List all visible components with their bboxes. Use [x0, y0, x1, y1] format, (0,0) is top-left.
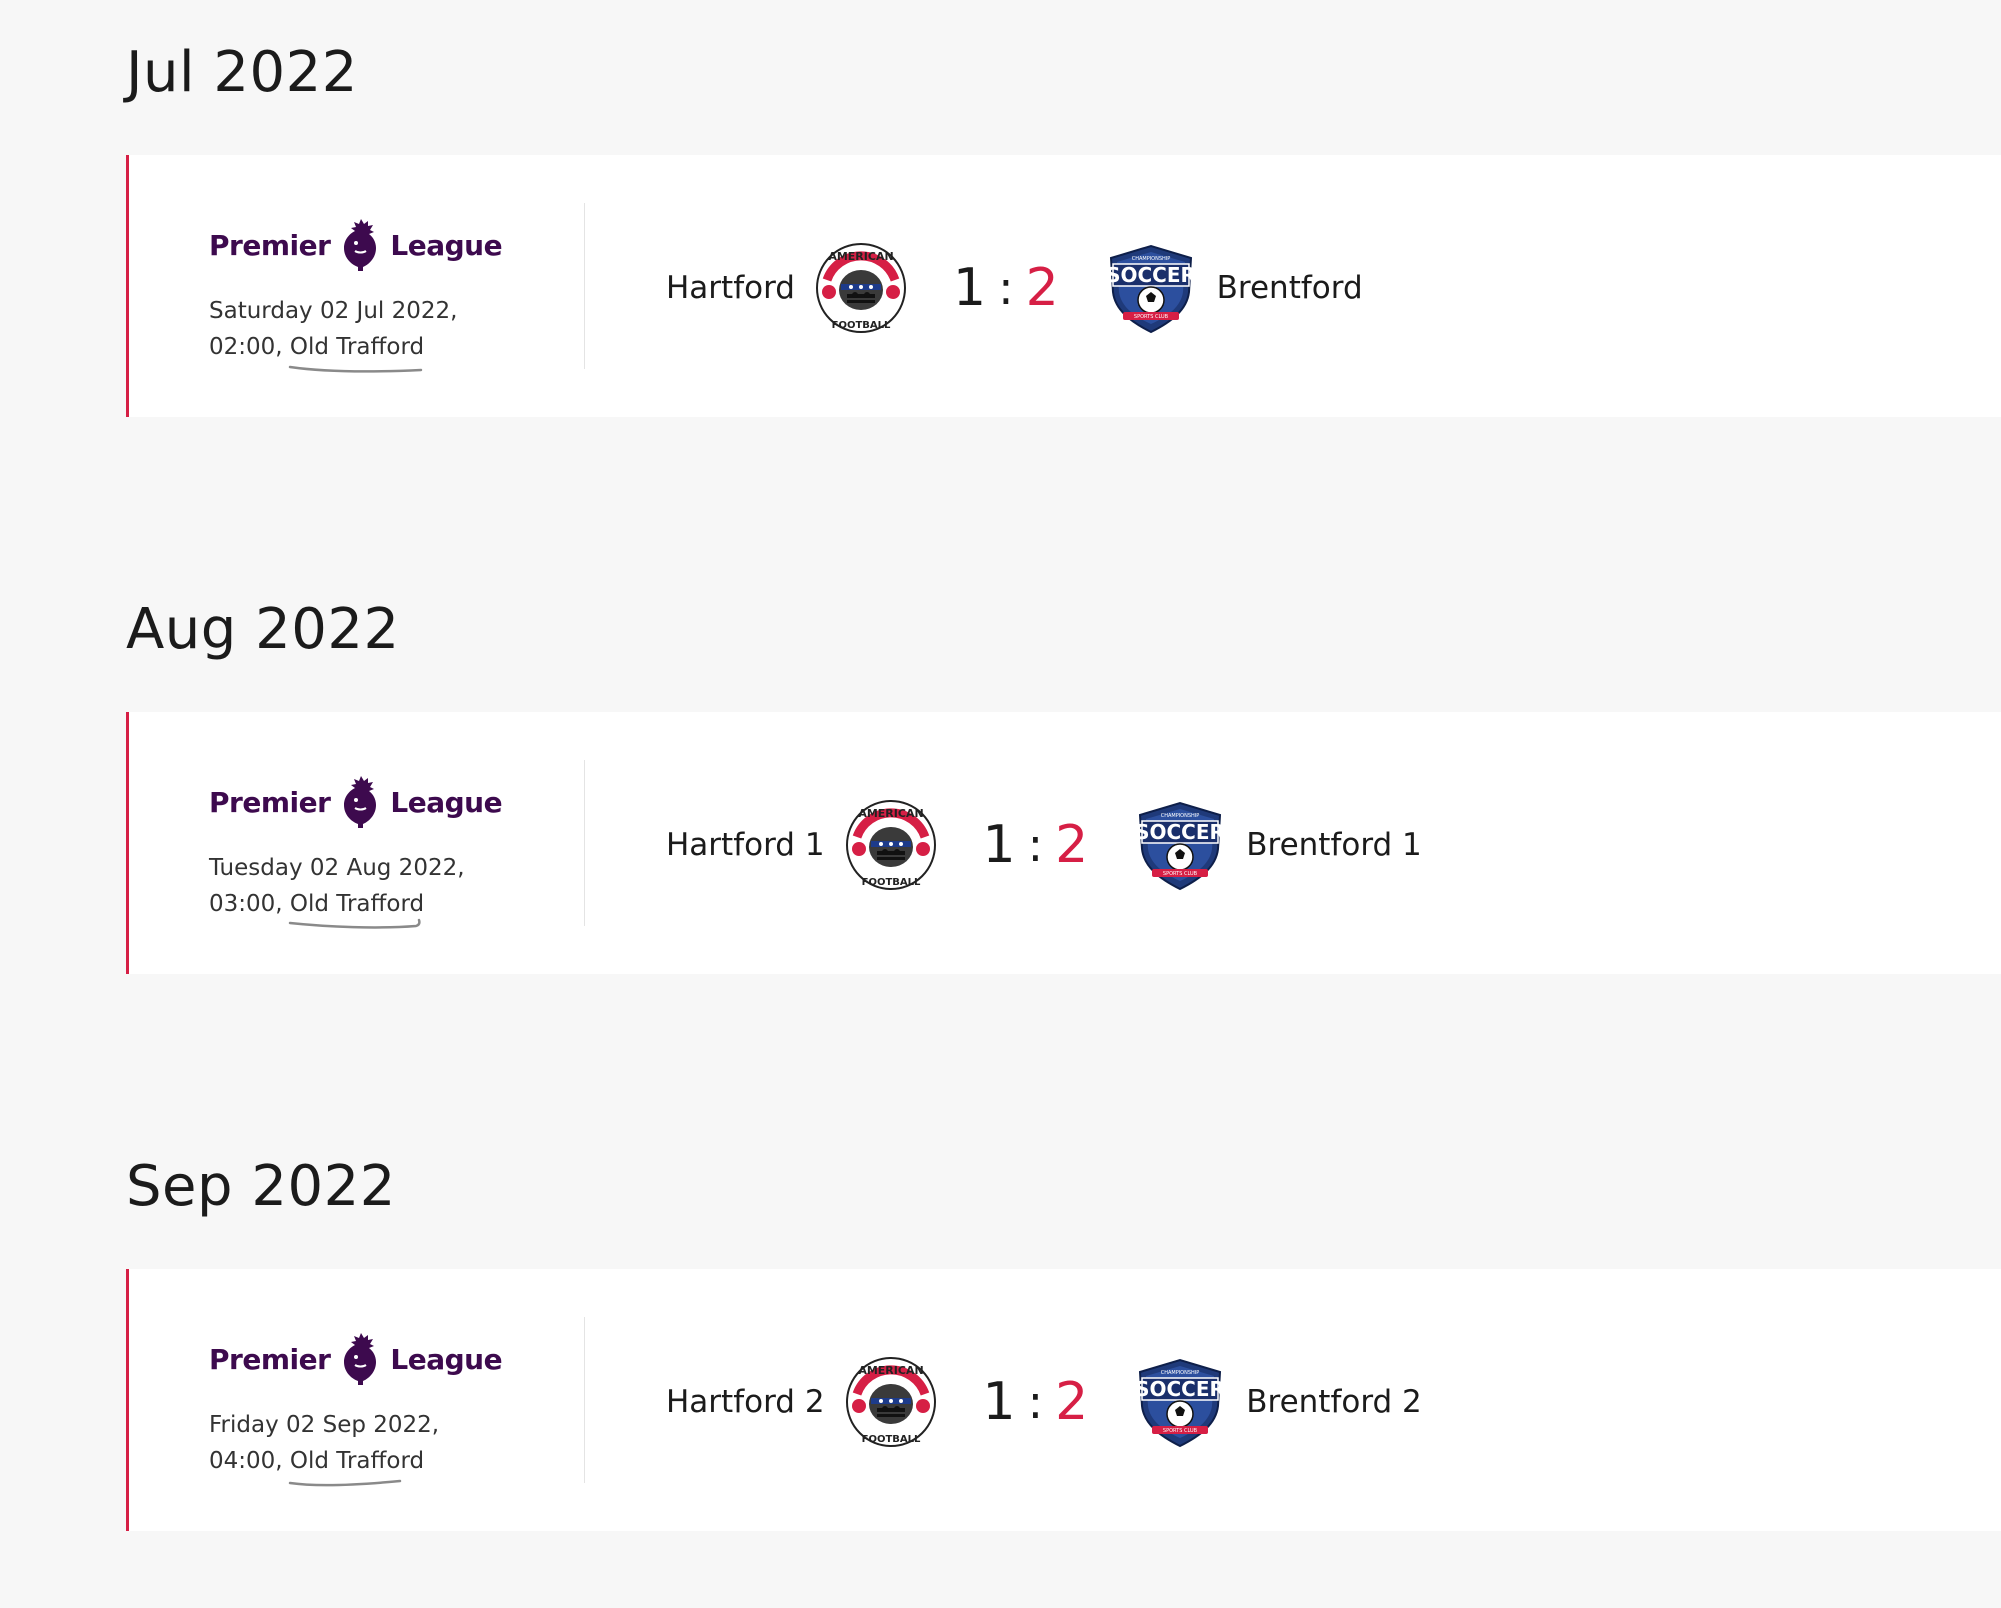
- venue-label: Old Trafford: [289, 334, 425, 360]
- match-time-venue: 04:00, Old Trafford: [209, 1443, 509, 1487]
- home-team-name[interactable]: Hartford: [666, 270, 795, 306]
- match-card[interactable]: Premier League Friday 02 Sep 2022, 04:00…: [126, 1269, 2001, 1531]
- home-score: 1: [982, 815, 1016, 875]
- match-time: 02:00,: [209, 334, 283, 360]
- card-divider: [584, 203, 585, 369]
- premier-league-lion-icon: [338, 217, 384, 273]
- match-score: 1 : 2: [953, 258, 1059, 318]
- league-word-right: League: [390, 785, 503, 819]
- venue-underline-mark: [288, 365, 423, 373]
- venue-underline-mark: [288, 1479, 402, 1487]
- teams-row: Hartford 1 : 2 Brentford: [666, 243, 1363, 333]
- card-divider: [584, 760, 585, 926]
- venue-link[interactable]: Old Trafford: [288, 329, 425, 373]
- match-score: 1 : 2: [983, 815, 1089, 875]
- match-time-venue: 03:00, Old Trafford: [209, 886, 509, 929]
- month-heading: Sep 2022: [126, 1154, 396, 1219]
- home-score: 1: [982, 1372, 1016, 1432]
- match-score: 1 : 2: [983, 1372, 1089, 1432]
- card-divider: [584, 1317, 585, 1483]
- premier-league-logo: Premier League: [209, 774, 509, 830]
- premier-league-logo: Premier League: [209, 217, 509, 273]
- match-card[interactable]: Premier League Tuesday 02 Aug 2022, 03:0…: [126, 712, 2001, 974]
- match-date: Tuesday 02 Aug 2022,: [209, 855, 465, 881]
- away-score: 2: [1055, 1372, 1089, 1432]
- venue-link[interactable]: Old Trafford: [288, 886, 425, 929]
- away-score: 2: [1055, 815, 1089, 875]
- score-separator: :: [998, 261, 1014, 315]
- score-separator: :: [1027, 1375, 1044, 1429]
- league-block: Premier League Friday 02 Sep 2022, 04:00…: [209, 1331, 509, 1487]
- score-separator: :: [1027, 818, 1044, 872]
- match-info: Saturday 02 Jul 2022, 02:00, Old Traffor…: [209, 293, 509, 373]
- american-football-crest-icon: [845, 799, 937, 891]
- match-time: 04:00,: [209, 1448, 283, 1474]
- match-time-venue: 02:00, Old Trafford: [209, 329, 509, 373]
- venue-underline-mark: [288, 918, 421, 929]
- premier-league-lion-icon: [338, 1331, 384, 1387]
- league-word-left: Premier: [209, 228, 331, 262]
- teams-row: Hartford 1 1 : 2 Brentford 1: [666, 800, 1422, 890]
- american-football-crest-icon: [845, 1356, 937, 1448]
- league-word-right: League: [390, 1342, 503, 1376]
- match-date: Saturday 02 Jul 2022,: [209, 298, 458, 324]
- venue-link[interactable]: Old Trafford: [288, 1443, 425, 1487]
- league-block: Premier League Saturday 02 Jul 2022, 02:…: [209, 217, 509, 373]
- soccer-sports-club-crest-icon: [1134, 1356, 1226, 1448]
- premier-league-logo: Premier League: [209, 1331, 509, 1387]
- away-team-name[interactable]: Brentford 2: [1246, 1384, 1422, 1420]
- month-heading: Jul 2022: [126, 40, 358, 105]
- league-word-left: Premier: [209, 1342, 331, 1376]
- away-team-name[interactable]: Brentford: [1217, 270, 1363, 306]
- american-football-crest-icon: [815, 242, 907, 334]
- match-card[interactable]: Premier League Saturday 02 Jul 2022, 02:…: [126, 155, 2001, 417]
- home-team-name[interactable]: Hartford 2: [666, 1384, 825, 1420]
- teams-row: Hartford 2 1 : 2 Brentford 2: [666, 1357, 1422, 1447]
- month-heading: Aug 2022: [126, 597, 400, 662]
- premier-league-lion-icon: [338, 774, 384, 830]
- match-date: Friday 02 Sep 2022,: [209, 1412, 440, 1438]
- venue-label: Old Trafford: [289, 891, 425, 917]
- match-info: Friday 02 Sep 2022, 04:00, Old Trafford: [209, 1407, 509, 1487]
- home-score: 1: [952, 258, 987, 318]
- soccer-sports-club-crest-icon: [1134, 799, 1226, 891]
- away-score: 2: [1025, 258, 1059, 318]
- league-word-left: Premier: [209, 785, 331, 819]
- match-time: 03:00,: [209, 891, 283, 917]
- league-word-right: League: [390, 228, 503, 262]
- soccer-sports-club-crest-icon: [1105, 242, 1197, 334]
- away-team-name[interactable]: Brentford 1: [1246, 827, 1422, 863]
- venue-label: Old Trafford: [289, 1448, 425, 1474]
- home-team-name[interactable]: Hartford 1: [666, 827, 825, 863]
- league-block: Premier League Tuesday 02 Aug 2022, 03:0…: [209, 774, 509, 929]
- match-info: Tuesday 02 Aug 2022, 03:00, Old Trafford: [209, 850, 509, 929]
